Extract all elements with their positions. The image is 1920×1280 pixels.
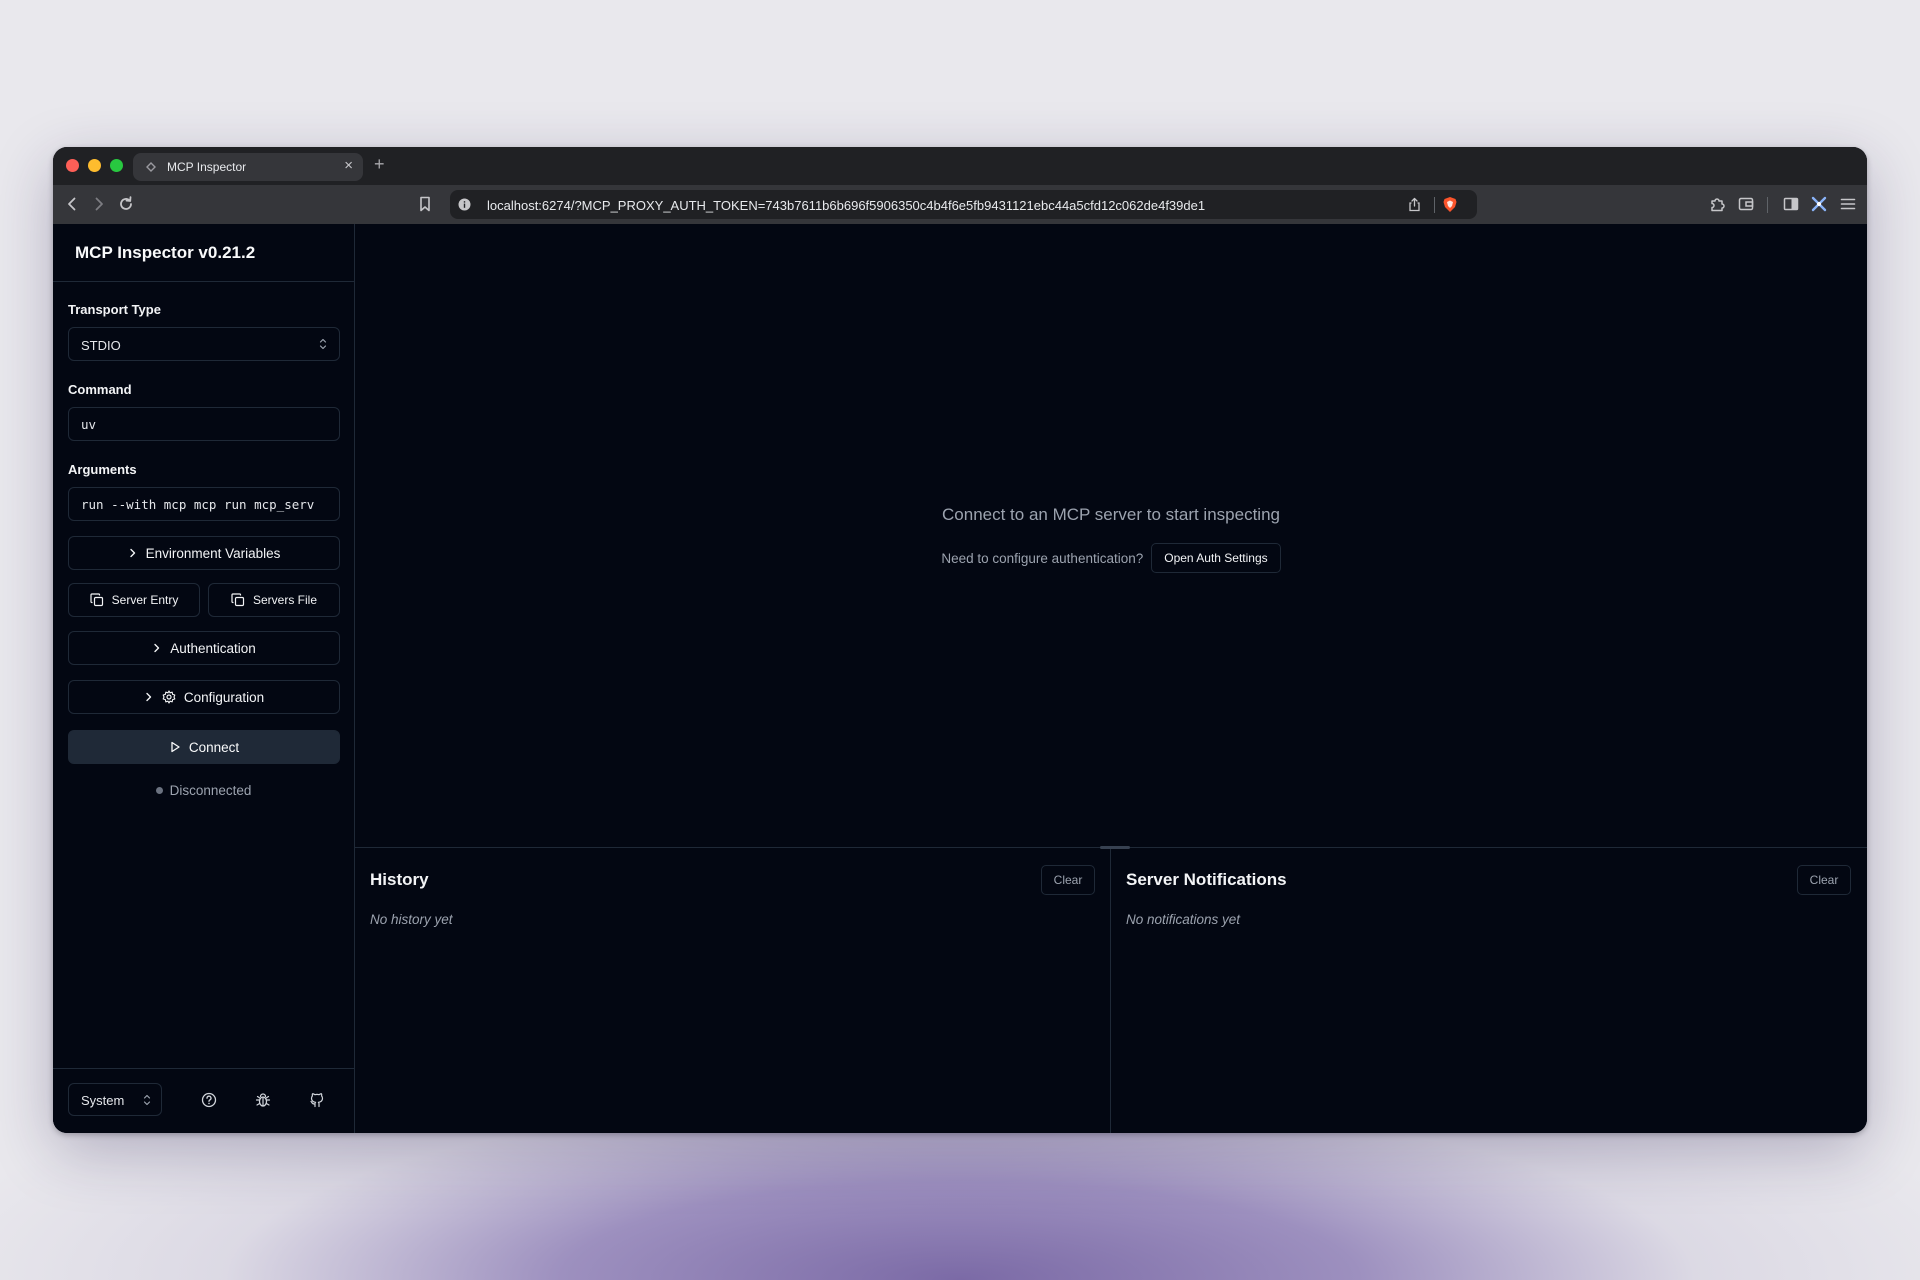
copy-icon: [231, 593, 245, 607]
servers-file-button[interactable]: Servers File: [208, 583, 340, 617]
clear-notifications-button[interactable]: Clear: [1797, 865, 1851, 895]
new-tab-icon[interactable]: +: [374, 154, 385, 174]
browser-tab[interactable]: MCP Inspector ×: [133, 153, 363, 181]
forward-icon[interactable]: [89, 194, 109, 214]
inspector-content: Connect to an MCP server to start inspec…: [355, 224, 1867, 848]
command-value: uv: [81, 417, 97, 432]
theme-value: System: [81, 1093, 125, 1108]
gear-icon: [162, 690, 176, 704]
brave-shields-icon[interactable]: [1442, 196, 1458, 213]
command-input[interactable]: uv: [68, 407, 340, 441]
address-bar[interactable]: localhost:6274/?MCP_PROXY_AUTH_TOKEN=743…: [450, 190, 1477, 219]
servers-file-label: Servers File: [252, 593, 317, 607]
server-entry-label: Server Entry: [111, 593, 179, 607]
inspector-app: MCP Inspector v0.21.2 Transport Type STD…: [53, 224, 1867, 1133]
auth-prompt-row: Need to configure authentication? Open A…: [355, 543, 1867, 573]
theme-select[interactable]: System: [68, 1083, 162, 1116]
tab-close-icon[interactable]: ×: [344, 158, 353, 174]
main-panel: Connect to an MCP server to start inspec…: [355, 224, 1867, 1133]
command-label: Command: [68, 382, 132, 397]
status-dot-icon: [155, 787, 163, 794]
maximize-window-button[interactable]: [110, 159, 123, 172]
transport-type-value: STDIO: [81, 338, 121, 353]
server-notifications-panel: Server Notifications Clear No notificati…: [1111, 849, 1867, 1133]
copy-icon: [90, 593, 103, 607]
site-info-icon[interactable]: [458, 198, 471, 211]
chevron-right-icon: [129, 548, 135, 558]
authentication-label: Authentication: [170, 640, 256, 656]
history-title: History: [370, 870, 429, 889]
connect-button[interactable]: Connect: [68, 730, 340, 764]
title-bar: MCP Inspector × +: [53, 147, 1867, 185]
clear-history-button[interactable]: Clear: [1041, 865, 1095, 895]
back-icon[interactable]: [62, 194, 82, 214]
configuration-button[interactable]: Configuration: [68, 680, 340, 714]
wallet-icon[interactable]: [1736, 194, 1756, 214]
chevron-right-icon: [154, 643, 160, 653]
mcp-favicon-icon: [146, 162, 156, 172]
transport-type-select[interactable]: STDIO: [68, 327, 340, 361]
server-entry-button[interactable]: Server Entry: [68, 583, 200, 617]
url-separator: [1434, 197, 1435, 213]
close-window-button[interactable]: [66, 159, 79, 172]
github-icon[interactable]: [308, 1091, 326, 1109]
connect-label: Connect: [188, 739, 240, 755]
select-arrows-icon: [319, 338, 327, 350]
extensions-icon[interactable]: [1707, 194, 1727, 214]
connection-status: Disconnected: [53, 783, 354, 798]
arguments-label: Arguments: [68, 462, 137, 477]
transport-type-label: Transport Type: [68, 302, 161, 317]
browser-window: MCP Inspector × + localhost:6274/?MCP_PR…: [53, 147, 1867, 1133]
help-icon[interactable]: [200, 1091, 218, 1109]
open-auth-settings-button[interactable]: Open Auth Settings: [1151, 543, 1281, 573]
sidebar-header: MCP Inspector v0.21.2: [53, 224, 354, 282]
sidebar-toggle-icon[interactable]: [1781, 194, 1801, 214]
bookmark-icon[interactable]: [415, 194, 435, 214]
configuration-label: Configuration: [183, 689, 265, 705]
menu-icon[interactable]: [1838, 194, 1858, 214]
status-text: Disconnected: [169, 783, 252, 798]
connect-message: Connect to an MCP server to start inspec…: [942, 505, 1280, 524]
authentication-button[interactable]: Authentication: [68, 631, 340, 665]
environment-variables-label: Environment Variables: [145, 545, 281, 561]
minimize-window-button[interactable]: [88, 159, 101, 172]
leo-ai-icon[interactable]: [1809, 194, 1829, 214]
bug-icon[interactable]: [254, 1091, 272, 1109]
share-icon[interactable]: [1407, 197, 1422, 212]
sidebar: MCP Inspector v0.21.2 Transport Type STD…: [53, 224, 355, 1133]
toolbar-divider: [1767, 197, 1768, 213]
arguments-input[interactable]: run --with mcp mcp run mcp_serv: [68, 487, 340, 521]
browser-toolbar: localhost:6274/?MCP_PROXY_AUTH_TOKEN=743…: [53, 185, 1867, 224]
history-panel: History Clear No history yet: [355, 849, 1111, 1133]
notifications-empty-text: No notifications yet: [1126, 912, 1241, 927]
server-notifications-title: Server Notifications: [1126, 870, 1287, 889]
play-icon: [171, 741, 180, 753]
tab-title: MCP Inspector: [167, 160, 247, 174]
history-empty-text: No history yet: [370, 912, 453, 927]
sidebar-footer: System: [53, 1068, 354, 1133]
chevron-right-icon: [146, 692, 152, 702]
select-arrows-icon: [143, 1094, 151, 1106]
url-text: localhost:6274/?MCP_PROXY_AUTH_TOKEN=743…: [487, 198, 1206, 213]
environment-variables-button[interactable]: Environment Variables: [68, 536, 340, 570]
auth-prompt-text: Need to configure authentication?: [941, 550, 1144, 566]
reload-icon[interactable]: [116, 194, 136, 214]
app-title: MCP Inspector v0.21.2: [75, 243, 256, 262]
arguments-value: run --with mcp mcp run mcp_serv: [81, 497, 315, 512]
